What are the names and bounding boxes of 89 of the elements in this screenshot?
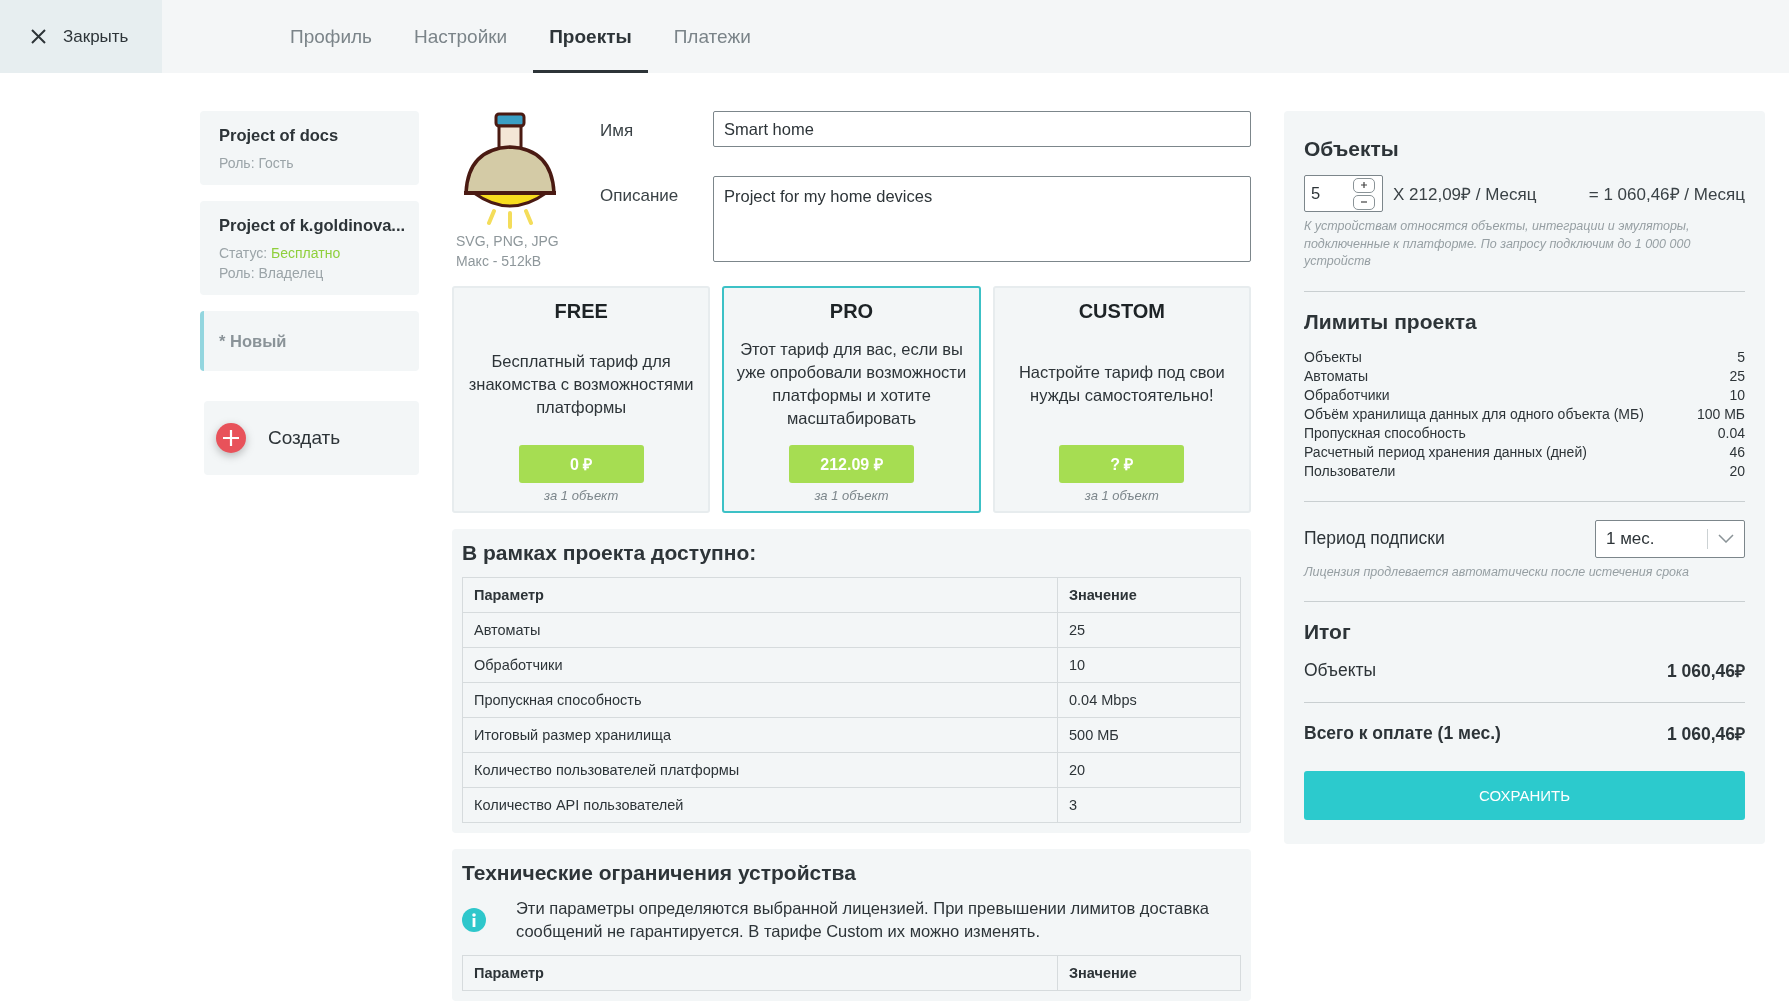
limit-value: 10: [1729, 385, 1745, 405]
table-cell: 3: [1057, 787, 1241, 823]
info-text: Эти параметры определяются выбранной лицензией. При превышении лимитов доставка сообщений не гарантируется. В тарифе Custom их можно изменять.: [516, 898, 1210, 942]
project-title: Project of docs: [219, 126, 340, 145]
column-header: Параметр: [462, 955, 1058, 991]
limit-value: 46: [1729, 442, 1745, 462]
column-header: Параметр: [462, 577, 1058, 613]
minus-icon: [1360, 198, 1368, 206]
period-note: Лицензия продлевается автоматически после истечения срока: [1304, 563, 1690, 581]
section-title: Лимиты проекта: [1304, 309, 1478, 334]
price-unit: за 1 объект: [1084, 488, 1159, 503]
limit-value: 100 МБ: [1696, 404, 1745, 424]
plan-card[interactable]: FREE Бесплатный тариф для знакомства с возможностями платформы 0 ₽ за 1 объект: [452, 286, 711, 513]
plan-description: Настройте тариф под свои нужды самостоятельно!: [1017, 362, 1226, 406]
objects-note: К устройствам относятся объекты, интеграции и эмуляторы, подключенные к платформе. По запросу подключим до 1 000 000 устройств: [1304, 218, 1692, 270]
column-header: Значение: [1057, 577, 1241, 613]
plan-card[interactable]: PRO Этот тариф для вас, если вы уже опробовали возможности платформы и хотите масштабировать 212.09 ₽ за 1 объект: [722, 286, 981, 513]
grand-total-label: Всего к оплате (1 мес.): [1304, 722, 1501, 744]
plan-name: CUSTOM: [1078, 300, 1165, 323]
total-label: Объекты: [1304, 659, 1377, 681]
plan-description: Этот тариф для вас, если вы уже опробовали возможности платформы и хотите масштабировать: [735, 339, 968, 429]
table-cell: 500 МБ: [1057, 717, 1241, 753]
period-label: Период подписки: [1304, 528, 1445, 549]
project-title: * Новый: [219, 332, 288, 351]
price-unit: за 1 объект: [544, 488, 619, 503]
table-cell: Пропускная способность: [462, 682, 1058, 718]
limit-label: Расчетный период хранения данных (дней): [1304, 442, 1587, 462]
tab[interactable]: Профиль: [274, 0, 389, 73]
limit-label: Пропускная способность: [1304, 423, 1466, 443]
field-label: Имя: [600, 120, 635, 141]
close-button[interactable]: Закрыть: [0, 0, 162, 73]
field-label: Описание: [600, 185, 680, 206]
decrement-button[interactable]: [1353, 194, 1375, 210]
plan-description: Бесплатный тариф для знакомства с возможностями платформы: [467, 350, 695, 418]
column-header: Значение: [1057, 955, 1241, 991]
close-icon: [30, 28, 47, 45]
period-select[interactable]: 1 мес.: [1595, 519, 1745, 558]
project-role: Роль: Владелец: [219, 265, 325, 281]
tab[interactable]: Проекты: [533, 0, 648, 73]
info-icon: [462, 908, 486, 932]
quantity-stepper[interactable]: 5: [1304, 175, 1383, 212]
plan-name: PRO: [829, 300, 874, 323]
table-cell: 25: [1057, 612, 1241, 648]
project-status: Статус: Бесплатно: [219, 245, 342, 261]
table-cell: Автоматы: [462, 612, 1058, 648]
price-unit: за 1 объект: [814, 488, 889, 503]
limit-label: Объём хранилища данных для одного объекта (МБ): [1304, 404, 1644, 424]
limit-label: Объекты: [1304, 347, 1362, 367]
limit-label: Пользователи: [1304, 461, 1396, 481]
table-cell: 20: [1057, 752, 1241, 788]
limit-label: Автоматы: [1304, 366, 1369, 386]
limit-value: 5: [1737, 347, 1745, 367]
description-field[interactable]: Project for my home devices: [713, 176, 1251, 262]
limit-value: 20: [1729, 461, 1745, 481]
format-hint: SVG, PNG, JPG: [456, 232, 560, 251]
section-title: Объекты: [1304, 137, 1400, 161]
table-cell: 0.04 Mbps: [1057, 682, 1241, 718]
limit-label: Обработчики: [1304, 385, 1390, 405]
tab[interactable]: Платежи: [657, 0, 767, 73]
table-cell: Обработчики: [462, 647, 1058, 683]
create-button[interactable]: Создать: [204, 401, 419, 475]
tab[interactable]: Настройки: [398, 0, 524, 73]
plan-card[interactable]: CUSTOM Настройте тариф под свои нужды самостоятельно! ? ₽ за 1 объект: [992, 286, 1251, 513]
objects-total: = 1 060,46₽ / Месяц: [1588, 184, 1745, 205]
name-field[interactable]: Smart home: [713, 111, 1251, 147]
quantity-field[interactable]: 5: [1311, 184, 1351, 203]
project-title: Project of k.goldinova...: [219, 216, 404, 235]
table-cell: Количество API пользователей: [462, 787, 1058, 823]
plus-icon: [1360, 181, 1368, 189]
chevron-icon: [1718, 534, 1734, 543]
section-title: В рамках проекта доступно:: [462, 541, 758, 565]
section-title: Технические ограничения устройства: [462, 861, 857, 885]
section-title: Итог: [1304, 620, 1352, 644]
project-card[interactable]: Project of k.goldinova... Статус: Бесплатно Роль: Владелец: [200, 201, 419, 295]
project-card[interactable]: Project of docs Роль: Гость: [200, 111, 419, 185]
table-cell: Итоговый размер хранилища: [462, 717, 1058, 753]
total-value: 1 060,46₽: [1666, 660, 1745, 682]
table-cell: Количество пользователей платформы: [462, 752, 1058, 788]
increment-button[interactable]: [1353, 177, 1375, 193]
lamp-icon: [464, 112, 556, 229]
size-hint: Макс - 512kB: [456, 252, 543, 271]
grand-total-value: 1 060,46₽: [1666, 723, 1745, 745]
plan-name: FREE: [554, 300, 608, 323]
table-cell: 10: [1057, 647, 1241, 683]
plus-icon: [216, 423, 246, 453]
limit-value: 25: [1729, 366, 1745, 386]
unit-price: X 212,09₽ / Месяц: [1393, 184, 1538, 205]
project-role: Роль: Гость: [219, 155, 295, 171]
limit-value: 0.04: [1717, 423, 1745, 443]
